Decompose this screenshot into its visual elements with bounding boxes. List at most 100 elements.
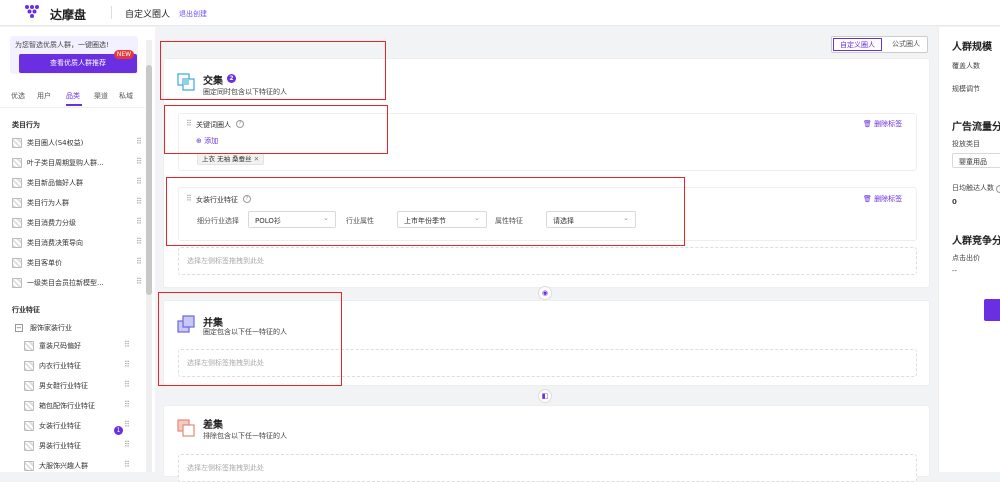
tag-icon <box>12 158 22 168</box>
list-item[interactable]: 类目消费决策导向 ⠿ <box>12 236 142 250</box>
drag-handle-icon[interactable]: ⠿ <box>124 440 130 449</box>
item-label: 童装尺码偏好 <box>39 342 81 350</box>
list-item[interactable]: 叶子类目周期复购人群... ⠿ <box>12 156 142 170</box>
item-label: 类目消费力分级 <box>27 219 76 227</box>
list-item[interactable]: 童装尺码偏好 ⠿ <box>24 339 140 353</box>
intersection-drop-zone[interactable]: 选择左侧标签拖拽到此处 <box>178 247 917 275</box>
page-title: 自定义圈人 <box>125 10 171 20</box>
ad-traffic-heading: 广告流量分 <box>952 122 1000 133</box>
drag-handle-icon[interactable]: ⠿ <box>136 277 142 286</box>
submit-button[interactable] <box>984 299 1000 321</box>
tab-youxuan[interactable]: 优选 <box>11 91 25 101</box>
drag-handle-icon[interactable]: ⠿ <box>136 237 142 246</box>
mode-formula-button[interactable]: 公式圈人 <box>886 38 926 51</box>
drag-handle-icon[interactable]: ⠿ <box>124 340 130 349</box>
promo-text: 为您智选优质人群，一键圈选! <box>15 41 109 49</box>
item-label: 叶子类目周期复购人群... <box>27 159 104 167</box>
tag-sidebar: 为您智选优质人群，一键圈选! 查看优质人群推荐 NEW 优选 用户 品类 渠道 … <box>0 27 155 472</box>
difference-subtitle: 排除包含以下任一特征的人 <box>203 432 287 440</box>
drag-handle-icon[interactable]: ⠿ <box>136 177 142 186</box>
tag-icon <box>12 218 22 228</box>
drag-handle-icon[interactable]: ⠿ <box>136 217 142 226</box>
tab-user[interactable]: 用户 <box>37 91 51 101</box>
put-category-label: 投放类目 <box>952 140 980 148</box>
list-item[interactable]: 类目客单价 ⠿ <box>12 256 142 270</box>
tag-icon <box>12 278 22 288</box>
list-item[interactable]: 类目消费力分级 ⠿ <box>12 216 142 230</box>
add-keyword-link[interactable]: ⊕ 添加 <box>196 136 218 146</box>
difference-card: 差集 排除包含以下任一特征的人 选择左侧标签拖拽到此处 <box>163 405 930 482</box>
scale-adjust-label: 规模调节 <box>952 85 980 93</box>
tag-icon <box>24 401 34 411</box>
drag-handle-icon[interactable]: ⠿ <box>136 197 142 206</box>
add-label: 添加 <box>204 137 219 145</box>
list-item[interactable]: 男女鞋行业特征 ⠿ <box>24 379 140 393</box>
keyword-tag-block: ⠿ 关键词圈人 ? ⊕ 添加 上衣 无袖 桑蚕丝 ✕ 🗑 删除标签 <box>178 113 917 171</box>
intersection-title: 交集 <box>203 76 223 87</box>
tag-icon <box>12 198 22 208</box>
tab-channel[interactable]: 渠道 <box>94 91 108 101</box>
drag-handle-icon[interactable]: ⠿ <box>124 360 130 369</box>
tag-name: 关键词圈人 <box>196 121 231 129</box>
drag-handle-icon[interactable]: ⠿ <box>124 460 130 469</box>
help-icon[interactable]: ? <box>996 185 1000 193</box>
tag-name: 女装行业特征 <box>196 196 238 204</box>
tab-category[interactable]: 品类 <box>66 91 80 101</box>
tag-icon <box>24 461 34 471</box>
connector-icon[interactable]: ◉ <box>538 286 552 300</box>
item-label: 女装行业特征 <box>39 422 81 430</box>
put-category-select[interactable]: 婴童用品 <box>952 153 1000 168</box>
daily-reach-label: 日均触达人数 ? <box>952 183 1000 193</box>
union-icon <box>177 315 195 333</box>
collapse-toggle-icon[interactable]: − <box>15 324 23 332</box>
list-item[interactable]: 类目行为人群 ⠿ <box>12 196 142 210</box>
tag-icon <box>24 341 34 351</box>
delete-label: 删除标签 <box>874 120 903 128</box>
list-item[interactable]: 大服饰兴趣人群 ⠿ <box>24 459 140 473</box>
drag-handle-icon[interactable]: ⠿ <box>136 157 142 166</box>
list-item[interactable]: 类目圈人(S4权益) ⠿ <box>12 136 142 150</box>
sidebar-tabs: 优选 用户 品类 渠道 私域 <box>11 91 139 106</box>
list-item[interactable]: 男装行业特征 ⠿ <box>24 439 140 453</box>
close-icon[interactable]: ✕ <box>254 155 259 163</box>
list-item[interactable]: 类目新品偏好人群 ⠿ <box>12 176 142 190</box>
add-icon: ⊕ <box>196 137 205 145</box>
help-icon[interactable]: ? <box>236 120 244 128</box>
item-label: 内衣行业特征 <box>39 362 81 370</box>
union-drop-zone[interactable]: 选择左侧标签拖拽到此处 <box>178 349 917 377</box>
help-icon[interactable]: ? <box>243 195 251 203</box>
drag-handle-icon[interactable]: ⠿ <box>124 420 130 429</box>
drag-handle-icon[interactable]: ⠿ <box>136 137 142 146</box>
mode-custom-button[interactable]: 自定义圈人 <box>833 38 882 51</box>
list-item[interactable]: 箱包配饰行业特征 ⠿ <box>24 399 140 413</box>
connector-icon[interactable]: ◧ <box>538 389 552 403</box>
drag-handle-icon[interactable]: ⠿ <box>124 380 130 389</box>
difference-drop-zone[interactable]: 选择左侧标签拖拽到此处 <box>178 454 917 482</box>
item-label: 类目客单价 <box>27 259 62 267</box>
drag-handle-icon[interactable]: ⠿ <box>124 400 130 409</box>
chevron-down-icon: ⌄ <box>474 214 480 222</box>
delete-label: 删除标签 <box>874 195 903 203</box>
trash-icon: 🗑 <box>863 195 872 203</box>
intersection-icon <box>177 73 195 91</box>
tag-icon <box>12 258 22 268</box>
brand-name: 达摩盘 <box>50 8 87 22</box>
sidebar-scrollbar-thumb[interactable] <box>146 65 152 295</box>
list-item[interactable]: 内衣行业特征 ⠿ <box>24 359 140 373</box>
exit-create-link[interactable]: 退出创建 <box>179 9 207 19</box>
union-card: 并集 圈定包含以下任一特征的人 选择左侧标签拖拽到此处 <box>163 300 930 386</box>
tree-node-apparel[interactable]: 服饰家装行业 <box>30 323 72 333</box>
industry-attr-select[interactable]: 上市年份季节 ⌄ <box>397 211 487 228</box>
drag-handle-icon[interactable]: ⠿ <box>186 119 192 128</box>
list-item[interactable]: 一级类目会员拉新模型... ⠿ <box>12 276 142 290</box>
drag-handle-icon[interactable]: ⠿ <box>136 257 142 266</box>
tab-private[interactable]: 私域 <box>119 91 133 101</box>
drag-handle-icon[interactable]: ⠿ <box>186 194 192 203</box>
sub-industry-select[interactable]: POLO衫 ⌄ <box>248 211 336 228</box>
delete-tag-button[interactable]: 🗑 删除标签 <box>863 119 902 129</box>
delete-tag-button[interactable]: 🗑 删除标签 <box>863 194 902 204</box>
field-label-sub-industry: 细分行业选择 <box>197 217 239 225</box>
attr-feature-select[interactable]: 请选择 ⌄ <box>546 211 636 228</box>
item-label: 箱包配饰行业特征 <box>39 402 95 410</box>
chip-label: 上衣 无袖 桑蚕丝 <box>202 155 252 163</box>
